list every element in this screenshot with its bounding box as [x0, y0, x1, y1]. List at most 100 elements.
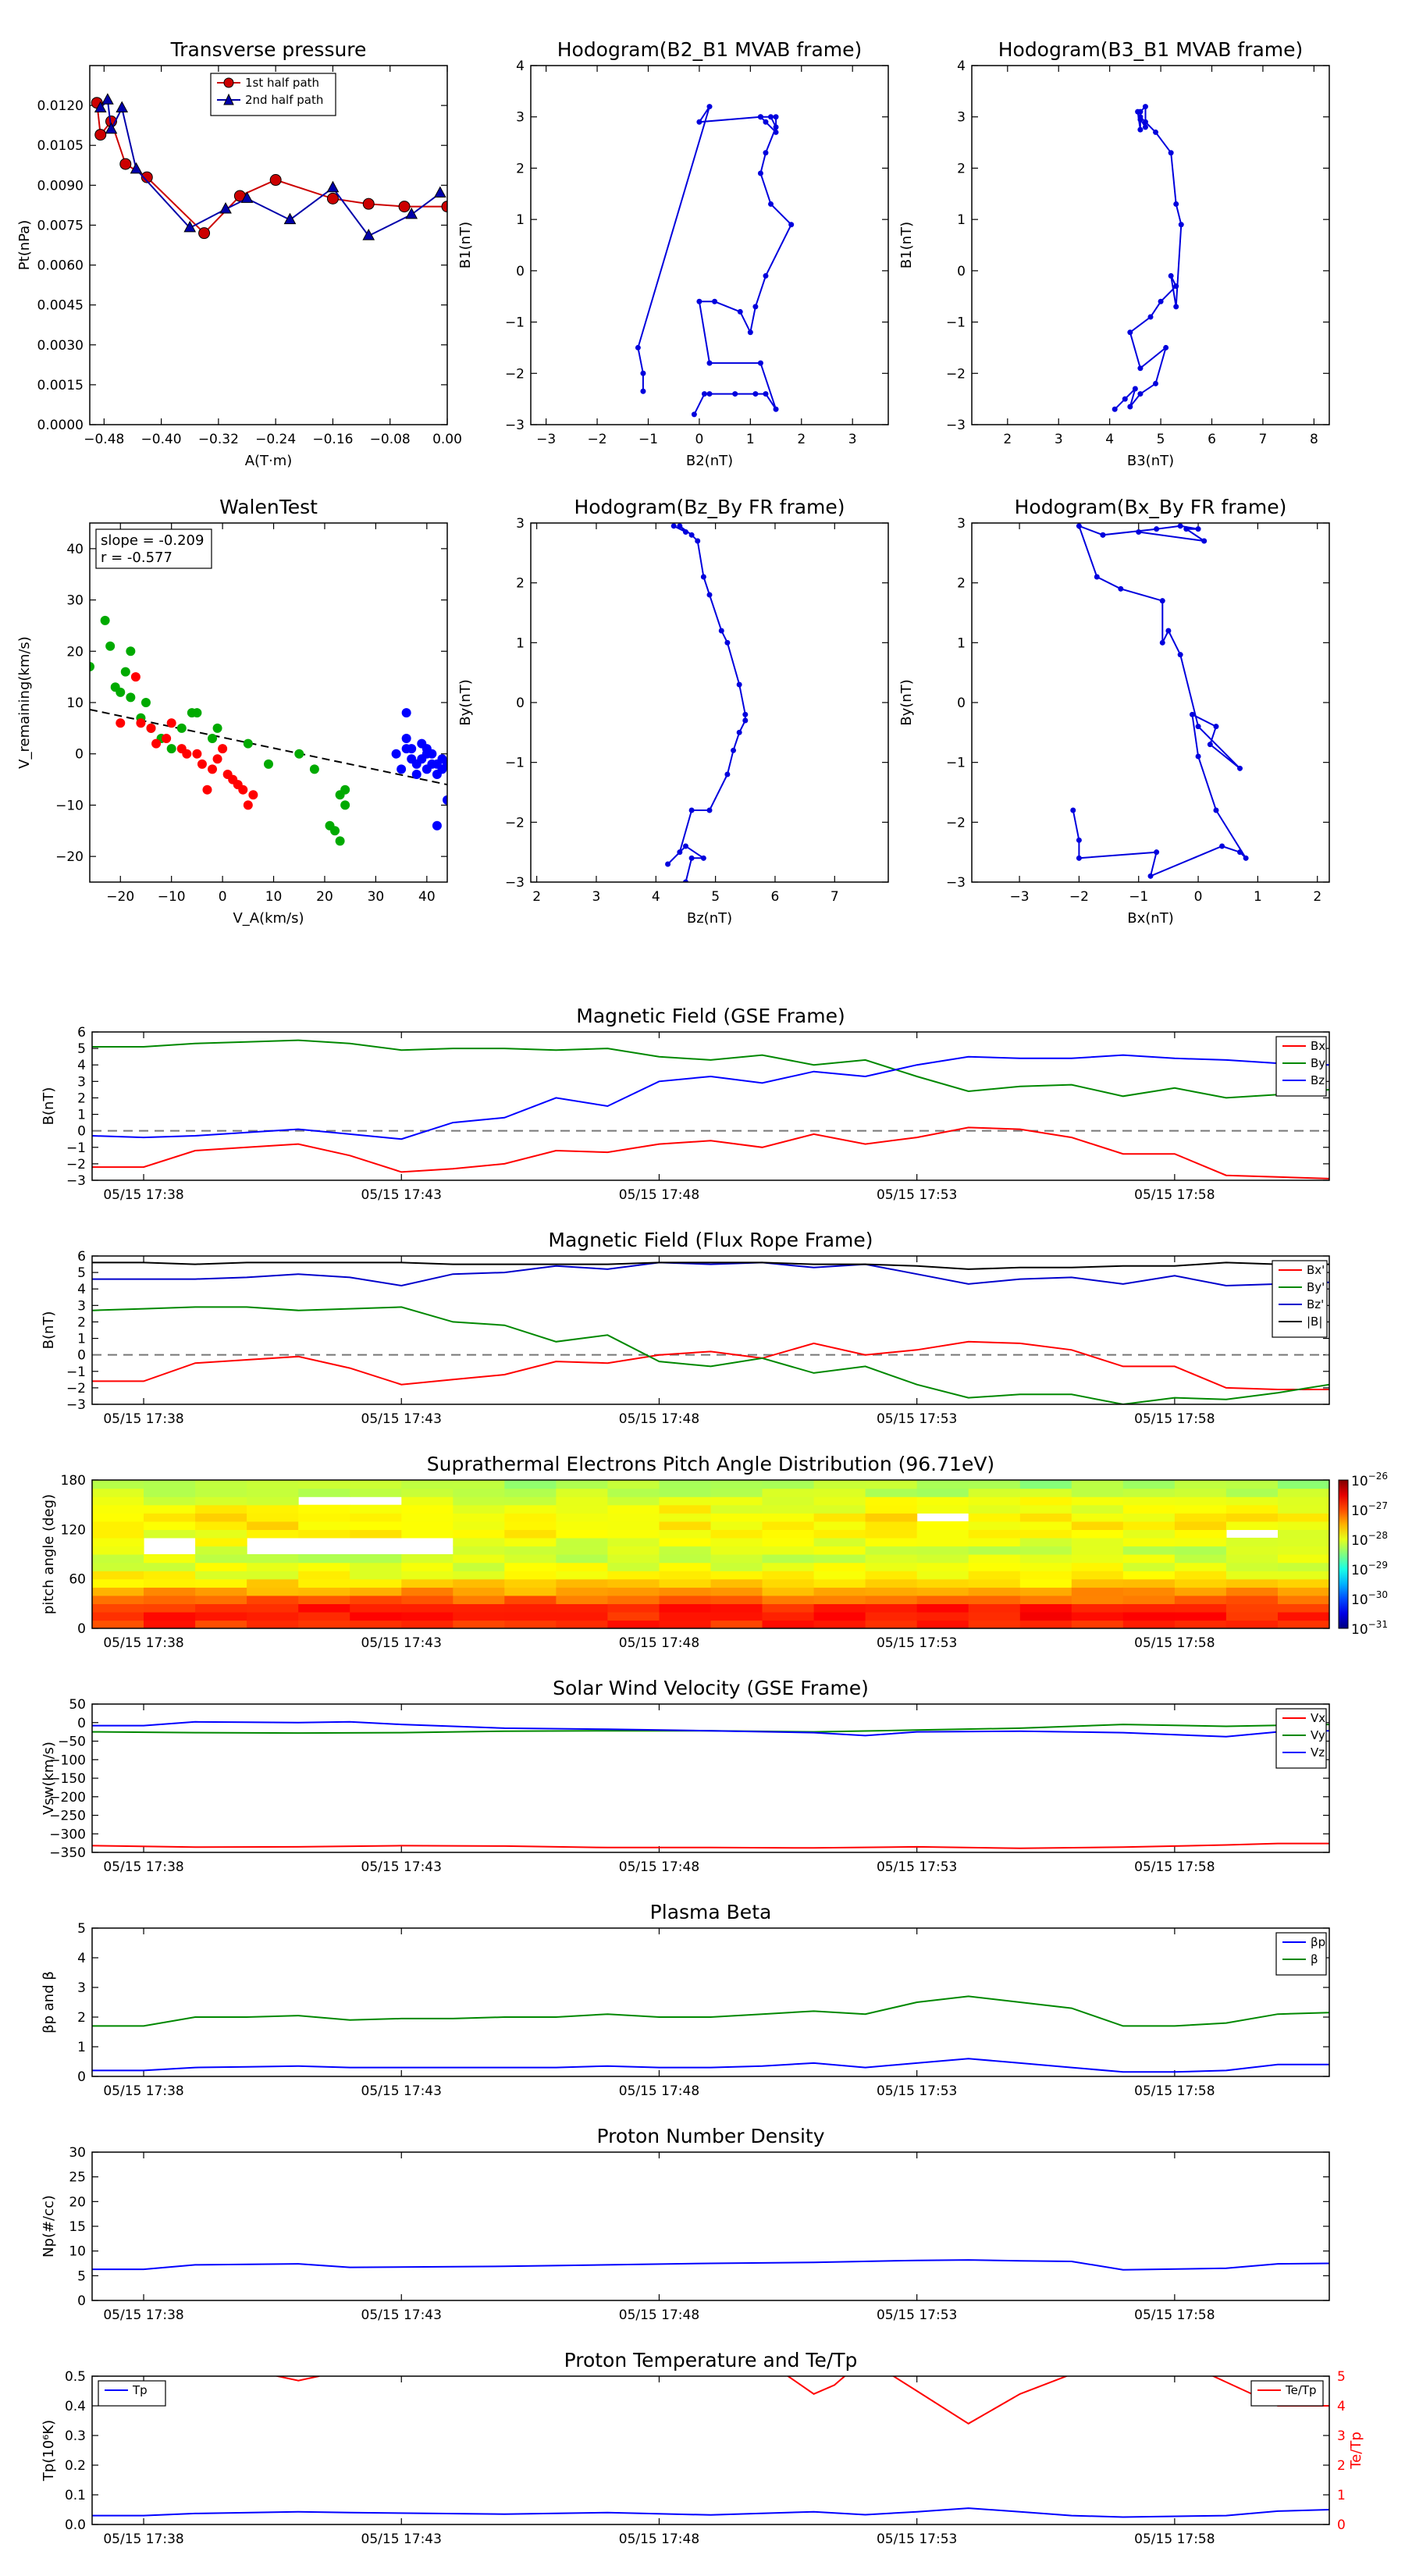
y-tick-label: 4 — [957, 59, 966, 74]
data-point — [197, 759, 207, 769]
annotation-slope: slope = -0.209 — [101, 532, 204, 549]
heatmap-cell — [453, 1587, 505, 1596]
heatmap-cell — [968, 1611, 1021, 1621]
y-tick-label: 25 — [69, 2170, 86, 2186]
y-tick-label: 0 — [75, 747, 84, 763]
heatmap-cell — [762, 1578, 815, 1588]
heatmap-cell — [1225, 1587, 1279, 1596]
heatmap-cell — [1019, 1611, 1072, 1621]
y-tick-label: 0.4 — [65, 2399, 86, 2414]
heatmap-cell — [968, 1504, 1021, 1514]
data-point — [1165, 628, 1172, 634]
y-tick-label: 30 — [69, 2145, 86, 2161]
data-point — [391, 749, 401, 759]
heatmap-cell — [607, 1504, 660, 1514]
y-tick-label: −1 — [66, 1364, 86, 1380]
colorbar-label-base: 10 — [1351, 1563, 1368, 1578]
heatmap-cell — [298, 1480, 350, 1489]
heatmap-cell — [916, 1529, 969, 1539]
heatmap-cell — [1019, 1578, 1072, 1588]
heatmap-cell — [968, 1537, 1021, 1547]
plot-frame — [530, 522, 889, 883]
data-point — [701, 391, 707, 397]
y-tick-label: 5 — [77, 1921, 86, 1937]
heatmap-cell — [144, 1611, 196, 1621]
heatmap-cell — [659, 1554, 712, 1564]
heatmap-cell — [504, 1504, 557, 1514]
heatmap-cell — [1174, 1603, 1227, 1613]
heatmap-cell — [298, 1554, 350, 1564]
series-line — [92, 1126, 1329, 1179]
heatmap-cell — [1278, 1571, 1329, 1580]
y-axis-label: Tp(10⁶K) — [41, 2420, 57, 2482]
heatmap-cell — [350, 1562, 402, 1571]
x-tick-label: 1 — [746, 432, 755, 447]
heatmap-cell — [916, 1546, 969, 1555]
annotation-r: r = -0.577 — [101, 550, 173, 566]
y-tick-label: 3 — [957, 110, 966, 126]
data-point — [700, 574, 706, 580]
data-point — [1154, 526, 1160, 532]
heatmap-cell — [350, 1529, 402, 1539]
heatmap-cell — [195, 1488, 247, 1497]
heatmap-cell — [1225, 1480, 1279, 1489]
heatmap-cell — [813, 1546, 866, 1555]
heatmap-cell — [659, 1546, 712, 1555]
heatmap-cell — [1019, 1480, 1072, 1489]
heatmap-cell — [401, 1562, 454, 1571]
heatmap-cell — [813, 1562, 866, 1571]
data-point — [1189, 711, 1195, 717]
plot-frame — [530, 65, 889, 425]
series-line — [92, 2259, 1329, 2271]
heatmap-cell — [247, 1496, 299, 1506]
heatmap-cell — [1019, 1546, 1072, 1555]
heatmap-cell — [659, 1595, 712, 1604]
heatmap-cell — [762, 1496, 815, 1506]
heatmap-cell — [453, 1562, 505, 1571]
heatmap-cell — [968, 1480, 1021, 1489]
data-point — [162, 734, 172, 743]
heatmap-cell — [607, 1603, 660, 1613]
heatmap-cell — [195, 1595, 247, 1604]
heatmap-cell — [1122, 1529, 1176, 1539]
heatmap-cell — [865, 1554, 918, 1564]
heatmap-cell — [247, 1562, 299, 1571]
y-tick-label: −3 — [505, 875, 525, 891]
data-point — [670, 523, 677, 529]
y-tick-label: 20 — [66, 644, 84, 660]
colorbar-label-exponent: −27 — [1368, 1500, 1388, 1511]
heatmap-cell — [195, 1537, 247, 1547]
legend-label: By — [1311, 1056, 1325, 1070]
heatmap-cell — [195, 1562, 247, 1571]
chart-title: Proton Number Density — [597, 2125, 825, 2147]
x-tick-label: 05/15 17:43 — [361, 1859, 442, 1875]
y-tick-label: 4 — [77, 1058, 86, 1073]
heatmap-cell — [968, 1488, 1021, 1497]
heatmap-cell — [1122, 1571, 1176, 1580]
heatmap-cell — [916, 1611, 969, 1621]
x-tick-label: 05/15 17:58 — [1134, 1859, 1215, 1875]
x-tick-label: 2 — [797, 432, 806, 447]
heatmap-cell — [453, 1488, 505, 1497]
heatmap-cell — [298, 1578, 350, 1588]
heatmap-cell — [144, 1488, 196, 1497]
y-axis-label: B(nT) — [41, 1087, 57, 1126]
plot-frame — [91, 2375, 1330, 2525]
heatmap-cell — [968, 1546, 1021, 1555]
heatmap-cell — [247, 1488, 299, 1497]
legend-label: βp — [1311, 1935, 1325, 1949]
heatmap-cell — [144, 1578, 196, 1588]
heatmap-cell — [865, 1521, 918, 1530]
heatmap-cell — [1225, 1554, 1279, 1564]
x-tick-label: 05/15 17:38 — [103, 1635, 183, 1651]
heatmap-cell — [1071, 1571, 1124, 1580]
data-point — [1158, 298, 1164, 304]
heatmap-cell — [607, 1546, 660, 1555]
data-point — [706, 104, 713, 110]
data-point — [688, 532, 695, 538]
heatmap-cell — [1122, 1496, 1176, 1506]
heatmap-cell — [1019, 1537, 1072, 1547]
heatmap-cell — [968, 1529, 1021, 1539]
x-tick-label: 1 — [1254, 889, 1262, 905]
heatmap-cell — [92, 1488, 144, 1497]
